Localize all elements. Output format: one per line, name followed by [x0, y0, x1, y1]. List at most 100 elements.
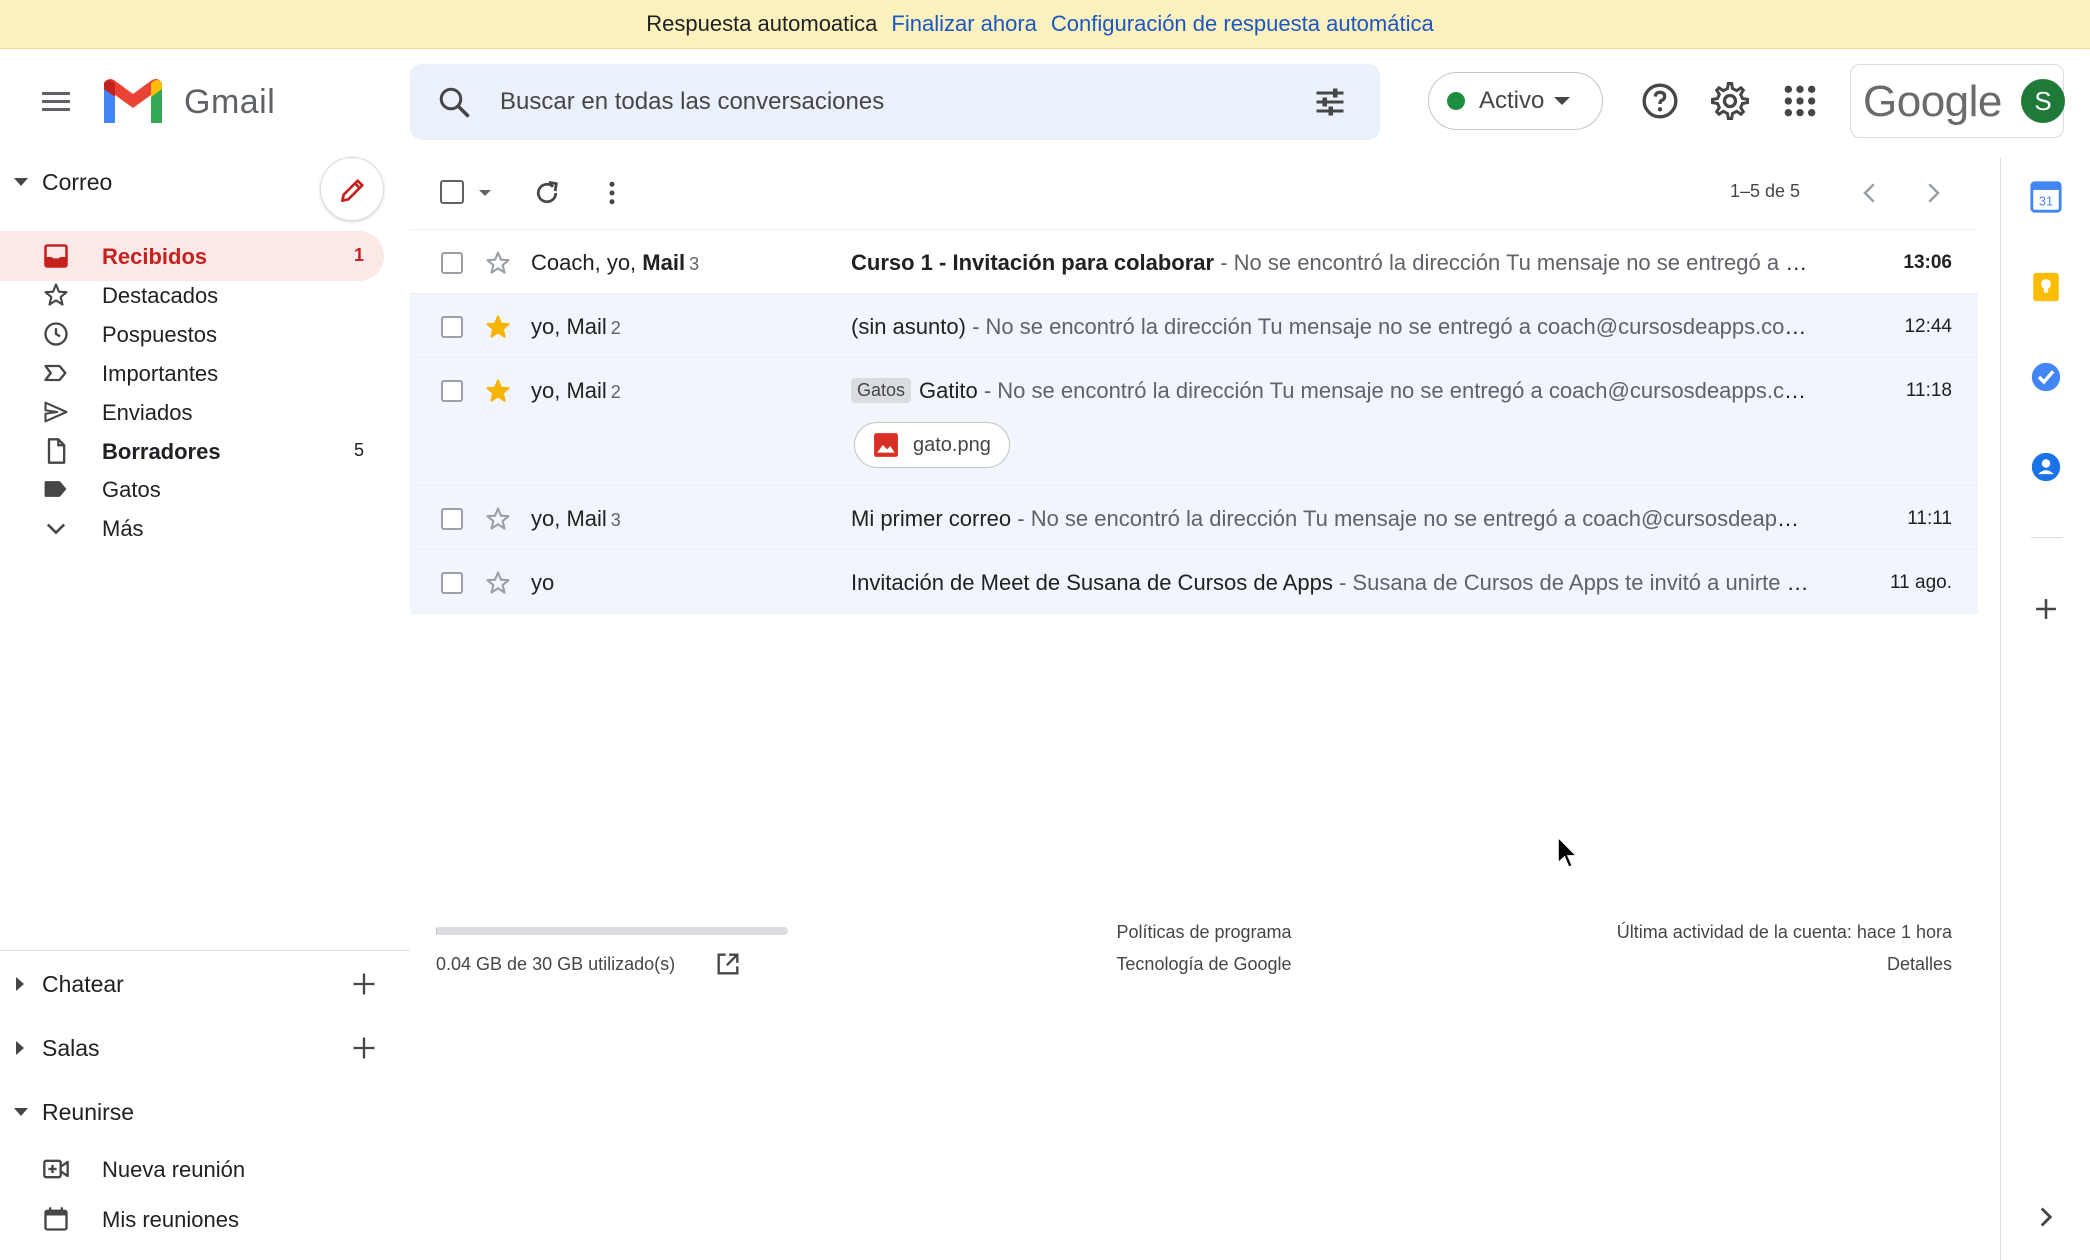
sender-names: yo [531, 570, 555, 595]
main-menu-icon[interactable] [36, 82, 76, 122]
add-chat-icon[interactable] [350, 970, 378, 998]
email-snippet: - No se encontró la dirección Tu mensaje… [972, 314, 1811, 339]
chevron-right-icon[interactable] [2029, 1200, 2063, 1234]
thread-count: 3 [689, 254, 700, 274]
unread-count-badge: 5 [353, 439, 364, 460]
star-outline-icon[interactable] [484, 505, 512, 533]
details-link[interactable]: Detalles [1887, 954, 1952, 975]
gmail-window: Respuesta automoatica Finalizar ahora Co… [0, 0, 2090, 1260]
refresh-icon[interactable] [532, 178, 562, 208]
program-policies-link[interactable]: Políticas de programa [1094, 922, 1314, 943]
end-now-link[interactable]: Finalizar ahora [891, 11, 1037, 37]
search-input[interactable] [500, 82, 1260, 122]
svg-text:31: 31 [2039, 194, 2053, 209]
row-checkbox[interactable] [441, 508, 463, 530]
mail-toolbar: 1–5 de 5 [410, 157, 1978, 229]
banner-message: Respuesta automoatica [646, 11, 878, 36]
row-checkbox[interactable] [441, 380, 463, 402]
sidebar-item-my-meetings[interactable]: Mis reuniones [0, 1194, 384, 1244]
row-checkbox[interactable] [441, 252, 463, 274]
label-icon [44, 481, 67, 498]
email-row[interactable]: yo, Mail 2 (sin asunto) - No se encontró l… [410, 294, 1978, 358]
email-sender: yo, Mail 2 [531, 378, 621, 404]
storage-quota-bar [436, 927, 788, 935]
compose-button[interactable] [320, 157, 384, 221]
email-subject: (sin asunto) [851, 314, 966, 339]
calendar-app-icon[interactable]: 31 [2029, 180, 2063, 214]
email-row[interactable]: yo, Mail 3 Mi primer correo - No se encont… [410, 486, 1978, 550]
email-sender: yo [531, 570, 558, 596]
status-selector[interactable]: Activo [1428, 72, 1603, 130]
label-chip[interactable]: Gatos [851, 378, 912, 403]
chevron-left-icon[interactable] [1855, 178, 1885, 208]
expand-arrow-icon[interactable] [16, 977, 24, 991]
sender-names: yo, Mail [531, 314, 607, 339]
email-sender: yo, Mail 3 [531, 506, 621, 532]
sidebar-item-label: Gatos [102, 477, 161, 503]
email-row[interactable]: Coach, yo, Mail 3 Curso 1 - Invitación par… [410, 230, 1978, 294]
status-dot-icon [1447, 92, 1465, 110]
sidebar-item-label: Recibidos [102, 244, 208, 269]
apps-grid-icon[interactable] [1780, 81, 1820, 121]
select-all-checkbox[interactable] [440, 180, 464, 204]
email-row[interactable]: yo, Mail 2 Gatos Gatito - No se encontró la… [410, 358, 1978, 486]
mouse-cursor-icon [1557, 836, 1579, 869]
sidebar-item-label: Importantes [102, 360, 219, 386]
more-vertical-icon[interactable] [597, 178, 627, 208]
send-icon [44, 401, 68, 422]
gmail-logo-icon [104, 79, 162, 123]
attachment-chip[interactable]: gato.png [854, 422, 1010, 468]
expand-arrow-icon[interactable] [16, 1041, 24, 1055]
add-room-icon[interactable] [350, 1034, 378, 1062]
thread-count: 2 [610, 318, 621, 338]
search-options-icon[interactable] [1312, 84, 1348, 120]
thread-count: 2 [610, 382, 621, 402]
avatar[interactable]: S [2021, 79, 2065, 123]
keep-app-icon[interactable] [2029, 270, 2063, 304]
row-checkbox[interactable] [441, 572, 463, 594]
side-panel-divider [2031, 537, 2063, 538]
email-subject: Gatito [919, 378, 978, 403]
video-plus-icon [43, 1159, 69, 1179]
collapse-arrow-icon[interactable] [14, 1108, 28, 1116]
select-dropdown-caret-icon[interactable] [479, 190, 491, 196]
search-bar[interactable] [410, 64, 1380, 140]
email-row[interactable]: yo Invitación de Meet de Susana de Cursos… [410, 550, 1978, 614]
add-addon-icon[interactable] [2029, 592, 2063, 626]
chat-section-header[interactable]: Chatear [0, 959, 400, 1009]
email-subject-line: Curso 1 - Invitación para colaborar - No… [851, 250, 1811, 276]
email-time: 11:11 [1907, 508, 1952, 529]
star-outline-icon[interactable] [484, 569, 512, 597]
caret-down-icon [1554, 97, 1571, 105]
sidebar-item-mas[interactable]: Más [0, 503, 384, 553]
star-filled-icon[interactable] [484, 377, 512, 405]
help-icon[interactable] [1640, 81, 1680, 121]
email-sender: Coach, yo, Mail 3 [531, 250, 699, 276]
sidebar-item-label: Pospuestos [102, 321, 217, 347]
sender-names: Coach, yo, [531, 250, 643, 275]
open-external-icon[interactable] [714, 950, 742, 978]
search-icon[interactable] [436, 84, 472, 120]
settings-gear-icon[interactable] [1710, 81, 1750, 121]
email-subject: Invitación de Meet de Susana de Cursos d… [851, 570, 1333, 595]
contacts-app-icon[interactable] [2029, 450, 2063, 484]
calendar-icon [44, 1207, 68, 1231]
collapse-arrow-icon[interactable] [14, 178, 28, 186]
powered-by-google-text: Tecnología de Google [1116, 954, 1292, 974]
important-icon [44, 364, 67, 381]
email-snippet: - No se encontró la dirección Tu mensaje… [1220, 250, 1811, 275]
sender-bold-name: Mail [642, 250, 686, 275]
email-snippet: - No se encontró la dirección Tu mensaje… [983, 378, 1811, 403]
sidebar-item-new-meeting[interactable]: Nueva reunión [0, 1144, 384, 1194]
star-outline-icon[interactable] [484, 249, 512, 277]
auto-reply-settings-link[interactable]: Configuración de respuesta automática [1051, 11, 1434, 37]
meet-section-header[interactable]: Reunirse [0, 1087, 400, 1137]
rooms-section-header[interactable]: Salas [0, 1023, 400, 1073]
chat-section-label: Chatear [42, 970, 124, 997]
account-button[interactable]: Google S [1850, 64, 2065, 138]
tasks-app-icon[interactable] [2029, 360, 2063, 394]
chevron-down-icon [46, 523, 66, 535]
chevron-right-icon[interactable] [1918, 178, 1948, 208]
star-filled-icon[interactable] [484, 313, 512, 341]
row-checkbox[interactable] [441, 316, 463, 338]
